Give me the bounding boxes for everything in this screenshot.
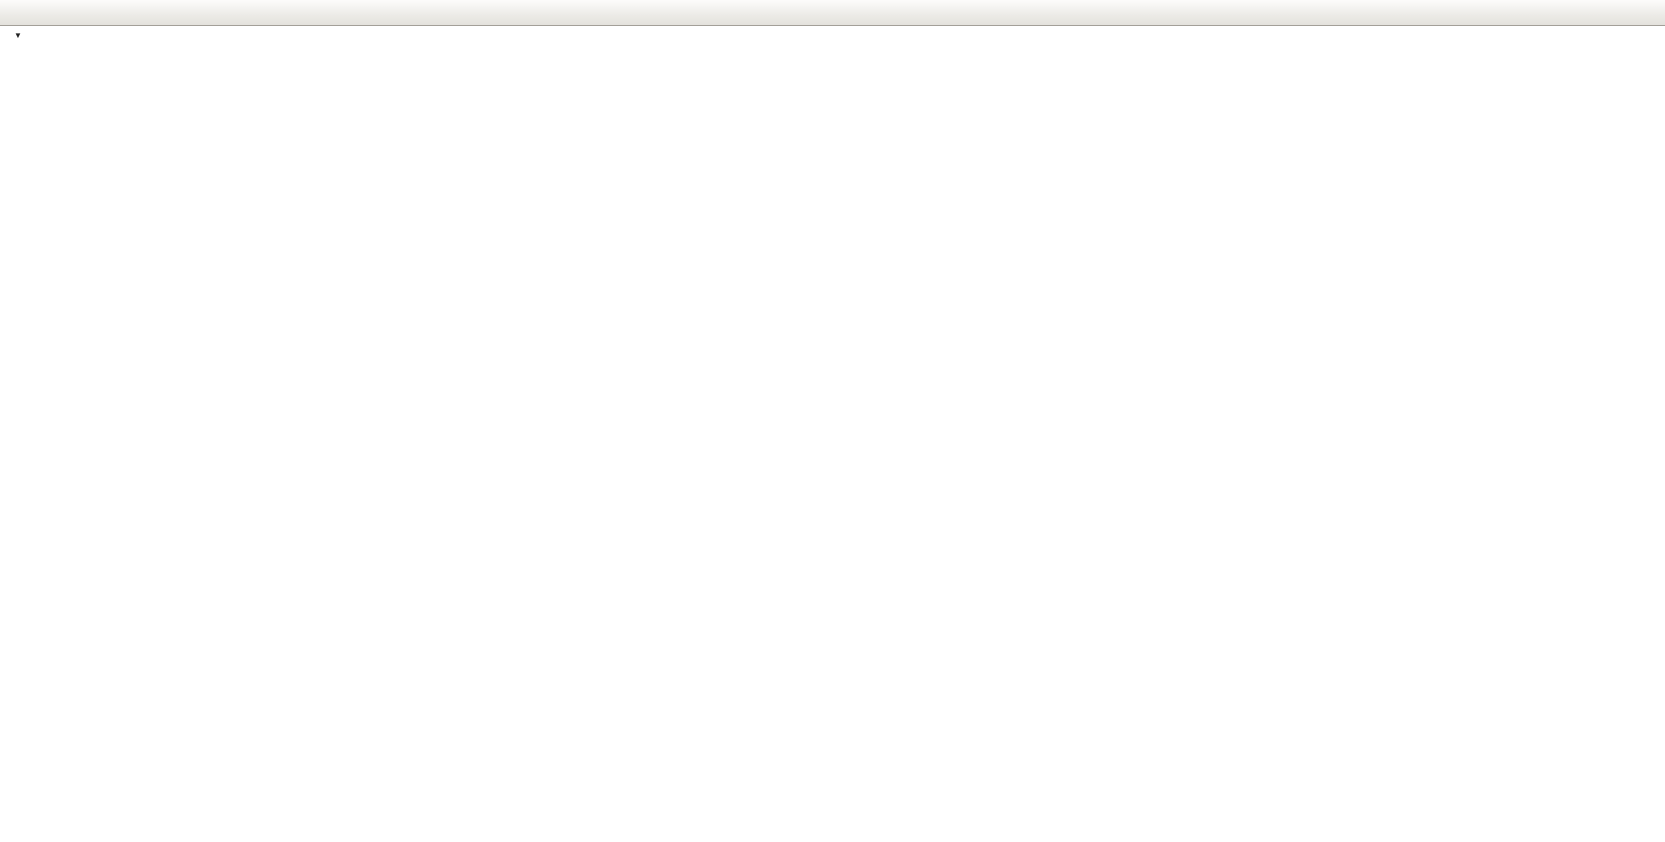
chart-title: ▼ [14,31,34,40]
symbol-dropdown-icon[interactable]: ▼ [14,31,22,40]
metatrader-window: ▼ [0,0,1665,842]
main-toolbar [0,0,1665,26]
chart-canvas[interactable] [0,26,1665,842]
chart-window[interactable]: ▼ [0,26,1665,842]
